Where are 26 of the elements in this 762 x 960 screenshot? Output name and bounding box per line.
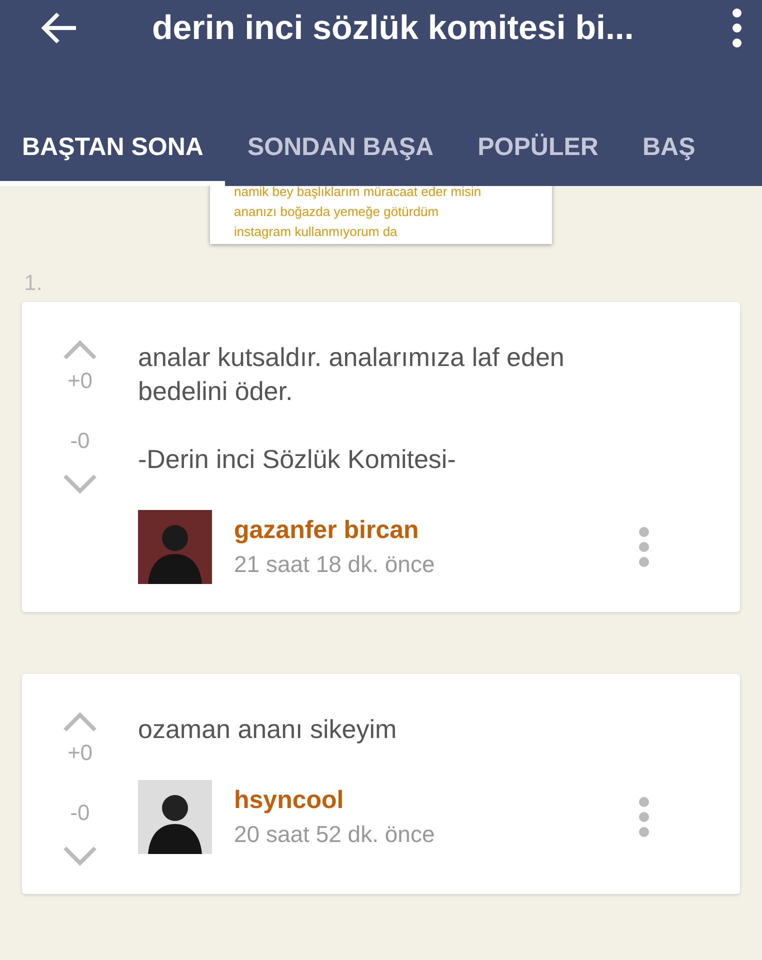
avatar-icon[interactable] bbox=[138, 780, 212, 854]
tab[interactable]: BAŞ bbox=[620, 110, 718, 186]
tab[interactable]: SONDAN BAŞA bbox=[225, 110, 456, 186]
popup-text: ananızı boğazda yemeğe götürdüm bbox=[234, 203, 440, 221]
upvote-icon[interactable] bbox=[63, 712, 97, 732]
author-name[interactable]: hsyncool bbox=[234, 786, 638, 815]
screen-title: derin inci sözlük komitesi bi... bbox=[152, 8, 635, 48]
tab[interactable]: BAŞTAN SONA bbox=[0, 110, 226, 186]
entry-time: 21 saat 18 dk. önce bbox=[234, 551, 436, 578]
popup-text: instagram kullanmıyorum da bbox=[234, 223, 398, 241]
downvote-count: -0 bbox=[70, 428, 90, 454]
upvote-count: +0 bbox=[67, 740, 93, 766]
downvote-icon[interactable] bbox=[63, 474, 97, 494]
author-name[interactable]: gazanfer bircan bbox=[234, 516, 638, 545]
upvote-count: +0 bbox=[67, 368, 93, 394]
entry-text: analar kutsaldır. analarımıza laf eden bedelini öder. bbox=[138, 341, 566, 408]
upvote-icon[interactable] bbox=[63, 340, 97, 360]
tab[interactable]: POPÜLER bbox=[456, 110, 620, 186]
entry-text: ozaman ananı sikeyim bbox=[138, 713, 398, 746]
downvote-icon[interactable] bbox=[63, 846, 97, 866]
popup-text: namik bey başlıklarım müracaat eder misin bbox=[234, 186, 482, 201]
entry-time: 20 saat 52 dk. önce bbox=[234, 821, 436, 848]
more-icon[interactable] bbox=[732, 8, 742, 48]
entry-text: -Derin inci Sözlük Komitesi- bbox=[138, 443, 457, 476]
entry-number: 1. bbox=[24, 270, 44, 297]
downvote-count: -0 bbox=[70, 800, 90, 826]
